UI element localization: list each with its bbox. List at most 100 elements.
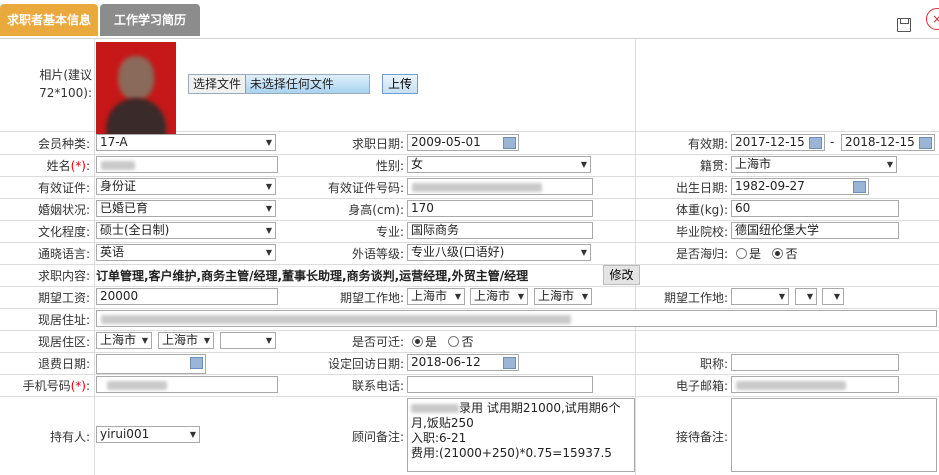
yes-text: 是: [749, 247, 762, 261]
job-content-text: 订单管理,客户维护,商务主管/经理,董事长助理,商务谈判,运营经理,外贸主管/经…: [96, 269, 529, 283]
valid-dash: -: [830, 135, 835, 149]
mobile-label-text: 手机号码: [22, 379, 71, 393]
row-notes: 持有人: yirui001 顾问备注: 录用 试用期21000,试用期6个 月,…: [0, 396, 939, 475]
row-address: 现居住址:: [0, 308, 939, 331]
work-loc-2-select-1[interactable]: [731, 288, 789, 305]
salary-label: 期望工资:: [37, 291, 90, 305]
school-label: 毕业院校:: [675, 225, 728, 239]
modify-button[interactable]: 修改: [603, 265, 640, 285]
member-type-label: 会员种类:: [37, 137, 90, 151]
row-refund: 退费日期: 设定回访日期: 2018-06-12 职称:: [0, 352, 939, 375]
work-loc-select-2[interactable]: 上海市: [470, 288, 528, 305]
calendar-icon[interactable]: [809, 137, 822, 149]
major-input[interactable]: 国际商务: [407, 222, 593, 239]
address-label: 现居住址:: [37, 313, 90, 327]
photo-row: 相片(建议72*100): 选择文件 未选择任何文件 上传: [0, 38, 939, 134]
overseas-label: 是否海归:: [675, 247, 728, 261]
reception-label: 接待备注:: [675, 430, 728, 444]
name-input[interactable]: [96, 156, 278, 173]
holder-select[interactable]: yirui001: [96, 426, 200, 443]
revisit-value: 2018-06-12: [411, 355, 481, 369]
close-icon[interactable]: ×: [926, 8, 939, 30]
revisit-date-input[interactable]: 2018-06-12: [407, 354, 519, 371]
work-loc-2-select-3[interactable]: [822, 288, 844, 305]
email-input[interactable]: [731, 376, 899, 393]
gender-select[interactable]: 女: [407, 156, 591, 173]
calendar-icon[interactable]: [919, 137, 932, 149]
relocate-yes-radio[interactable]: [412, 336, 423, 347]
id-no-input[interactable]: [407, 178, 593, 195]
name-label-text: 姓名: [46, 159, 71, 173]
calendar-icon[interactable]: [853, 181, 866, 193]
area-select-3[interactable]: [220, 332, 276, 349]
reception-notes-textarea[interactable]: [731, 398, 937, 472]
address-input[interactable]: [96, 310, 937, 327]
weight-label: 体重(kg):: [676, 203, 728, 217]
title-input[interactable]: [731, 354, 899, 371]
holder-label: 持有人:: [49, 430, 90, 444]
photo-label: 相片(建议72*100):: [39, 68, 92, 100]
work-loc-label: 期望工作地:: [339, 291, 404, 305]
row-marital: 婚姻状况: 已婚已育 身高(cm): 170 体重(kg): 60: [0, 198, 939, 221]
edu-select[interactable]: 硕士(全日制): [96, 222, 276, 239]
required-mark: (*): [70, 379, 86, 393]
name-label: 姓名(*):: [0, 157, 90, 174]
valid-to-input[interactable]: 2018-12-15: [841, 134, 935, 151]
required-mark: (*): [70, 159, 86, 173]
content-label: 求职内容:: [37, 269, 90, 283]
valid-from-value: 2017-12-15: [735, 135, 805, 149]
mobile-label: 手机号码(*):: [0, 377, 90, 394]
work-loc-select-1[interactable]: 上海市: [407, 288, 465, 305]
relocate-no-radio[interactable]: [448, 336, 460, 347]
consult-notes-textarea[interactable]: 录用 试用期21000,试用期6个 月,饭贴250 入职:6-21 费用:(21…: [407, 398, 635, 472]
upload-button[interactable]: 上传: [382, 74, 418, 94]
birth-input[interactable]: 1982-09-27: [731, 178, 869, 195]
refund-date-input[interactable]: [96, 354, 206, 374]
no-text: 否: [461, 335, 474, 349]
title-label: 职称:: [699, 357, 728, 371]
area-select-1[interactable]: 上海市: [96, 332, 152, 349]
consult-line-1: 录用 试用期21000,试用期6个: [459, 401, 621, 415]
calendar-icon[interactable]: [503, 357, 516, 369]
mobile-input[interactable]: [96, 376, 278, 393]
file-picker[interactable]: 选择文件 未选择任何文件: [188, 74, 370, 94]
salary-input[interactable]: 20000: [96, 288, 278, 305]
member-type-select[interactable]: 17-A: [96, 134, 276, 151]
id-type-label: 有效证件:: [37, 181, 90, 195]
row-lang: 通晓语言: 英语 外语等级: 专业八级(口语好) 是否海归: 是 否: [0, 242, 939, 265]
work-loc-select-3[interactable]: 上海市: [534, 288, 592, 305]
tab-basic-info[interactable]: 求职者基本信息: [0, 4, 98, 36]
calendar-icon[interactable]: [503, 137, 516, 149]
lang-select[interactable]: 英语: [96, 244, 276, 261]
row-salary: 期望工资: 20000 期望工作地: 上海市 上海市 上海市 期望工作地:: [0, 286, 939, 309]
tab-resume[interactable]: 工作学习简历: [100, 4, 200, 36]
valid-label: 有效期:: [687, 137, 728, 151]
weight-input[interactable]: 60: [731, 200, 899, 217]
valid-from-input[interactable]: 2017-12-15: [731, 134, 825, 151]
save-icon[interactable]: [897, 18, 911, 32]
phone-input[interactable]: [407, 376, 593, 393]
height-input[interactable]: 170: [407, 200, 593, 217]
lang-level-select[interactable]: 专业八级(口语好): [407, 244, 591, 261]
school-input[interactable]: 德国纽伦堡大学: [731, 222, 899, 239]
id-type-select[interactable]: 身份证: [96, 178, 276, 195]
id-no-label: 有效证件号码:: [327, 181, 404, 195]
apply-date-input[interactable]: 2009-05-01: [407, 134, 519, 151]
calendar-icon[interactable]: [190, 357, 203, 369]
major-label: 专业:: [375, 225, 404, 239]
tab-bar: 求职者基本信息 工作学习简历 ×: [0, 0, 939, 39]
apply-date-label: 求职日期:: [351, 137, 404, 151]
relocate-radios: 是 否: [412, 333, 473, 350]
overseas-no-radio[interactable]: [772, 248, 784, 259]
colon: :: [85, 159, 90, 173]
work-loc-2-select-2[interactable]: [795, 288, 817, 305]
marital-select[interactable]: 已婚已育: [96, 200, 276, 217]
row-area: 现居住区: 上海市 上海市 是否可迁: 是 否: [0, 330, 939, 353]
avatar: [96, 42, 176, 134]
native-select[interactable]: 上海市: [731, 156, 897, 173]
area-select-2[interactable]: 上海市: [158, 332, 214, 349]
overseas-yes-radio[interactable]: [736, 248, 747, 259]
email-label: 电子邮箱:: [675, 379, 728, 393]
choose-file-button[interactable]: 选择文件: [189, 75, 247, 93]
row-id: 有效证件: 身份证 有效证件号码: 出生日期: 1982-09-27: [0, 176, 939, 199]
